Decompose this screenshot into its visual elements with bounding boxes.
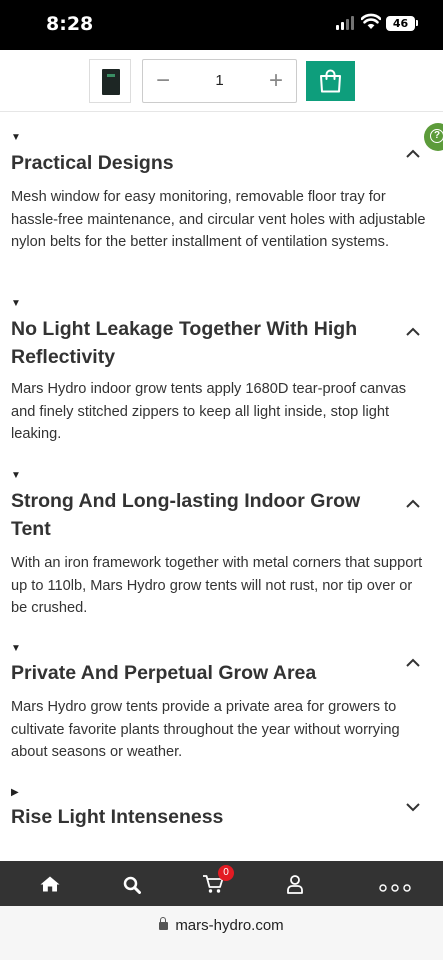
search-icon[interactable] bbox=[123, 876, 141, 894]
section-title[interactable]: Rise Light Intenseness bbox=[11, 803, 381, 831]
expanded-marker-icon: ▼ bbox=[11, 470, 21, 481]
signal-icon bbox=[336, 16, 356, 30]
section-description: Mesh window for easy monitoring, removab… bbox=[11, 189, 426, 250]
add-to-cart-button[interactable] bbox=[306, 61, 355, 101]
status-bar: 8:28 46 bbox=[0, 0, 443, 50]
more-icon[interactable] bbox=[379, 884, 411, 892]
feature-section: ▼ Practical Designs Mesh window for easy… bbox=[0, 130, 443, 280]
url-domain: mars-hydro.com bbox=[175, 917, 284, 934]
status-time: 8:28 bbox=[46, 13, 94, 35]
battery-icon: 46 bbox=[386, 16, 415, 31]
url-display[interactable]: mars-hydro.com bbox=[0, 917, 443, 934]
section-description: Mars Hydro indoor grow tents apply 1680D… bbox=[11, 381, 407, 442]
chevron-up-icon[interactable] bbox=[404, 495, 422, 513]
section-title[interactable]: Private And Perpetual Grow Area bbox=[11, 659, 381, 687]
chevron-up-icon[interactable] bbox=[404, 654, 422, 672]
expanded-marker-icon: ▼ bbox=[11, 132, 21, 143]
feature-section: ▶ Rise Light Intenseness bbox=[0, 786, 443, 846]
expanded-marker-icon: ▼ bbox=[11, 643, 21, 654]
product-thumbnail[interactable] bbox=[89, 59, 131, 103]
chevron-down-icon[interactable] bbox=[404, 798, 422, 816]
feature-section: ▼ Strong And Long-lasting Indoor Grow Te… bbox=[0, 469, 443, 629]
quantity-increase-button[interactable]: + bbox=[256, 60, 296, 102]
quantity-input[interactable]: 1 bbox=[183, 60, 256, 102]
product-image bbox=[102, 69, 120, 95]
chevron-up-icon[interactable] bbox=[404, 323, 422, 341]
quantity-decrease-button[interactable]: − bbox=[143, 60, 183, 102]
home-icon[interactable] bbox=[40, 876, 60, 892]
section-description: Mars Hydro grow tents provide a private … bbox=[11, 699, 400, 760]
feature-section: ▼ Private And Perpetual Grow Area Mars H… bbox=[0, 641, 443, 771]
section-title[interactable]: No Light Leakage Together With High Refl… bbox=[11, 315, 381, 371]
feature-section: ▼ No Light Leakage Together With High Re… bbox=[0, 297, 443, 457]
section-title[interactable]: Strong And Long-lasting Indoor Grow Tent bbox=[11, 487, 381, 543]
account-icon[interactable] bbox=[286, 874, 304, 894]
wifi-icon bbox=[361, 13, 381, 29]
expanded-marker-icon: ▼ bbox=[11, 298, 21, 309]
quantity-stepper: − 1 + bbox=[142, 59, 297, 103]
battery-tip bbox=[416, 20, 418, 26]
lock-icon bbox=[159, 917, 169, 930]
section-description: With an iron framework together with met… bbox=[11, 555, 423, 616]
add-to-cart-bar: − 1 + bbox=[0, 50, 443, 112]
browser-url-bar[interactable]: mars-hydro.com bbox=[0, 906, 443, 960]
shopping-bag-icon bbox=[320, 69, 341, 93]
collapsed-marker-icon: ▶ bbox=[11, 787, 19, 798]
cart-count-badge: 0 bbox=[218, 865, 234, 881]
section-title[interactable]: Practical Designs bbox=[11, 149, 381, 177]
chevron-up-icon[interactable] bbox=[404, 145, 422, 163]
